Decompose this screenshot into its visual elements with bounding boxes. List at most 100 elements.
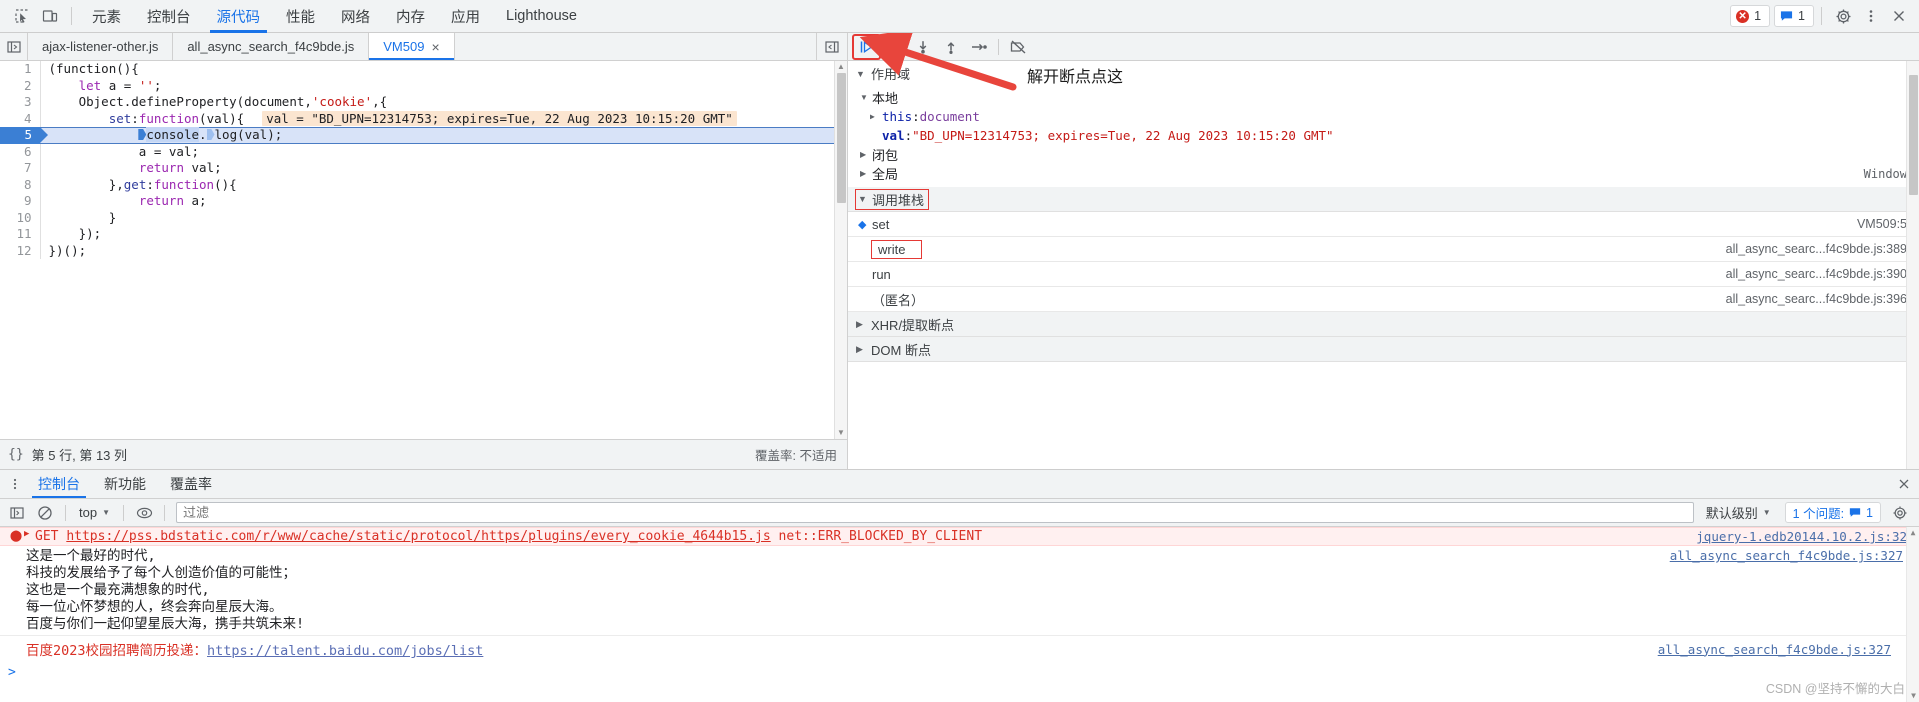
scope-closure-header[interactable]: ▶ 闭包: [848, 145, 1919, 164]
line-number[interactable]: 10: [0, 209, 41, 226]
line-content[interactable]: console. log(val);: [40, 127, 834, 144]
line-content[interactable]: })();: [40, 243, 834, 260]
tab-sources[interactable]: 源代码: [204, 0, 274, 33]
execution-context-selector[interactable]: top ▼: [73, 502, 116, 524]
close-icon[interactable]: [1885, 3, 1913, 29]
line-number[interactable]: 8: [0, 176, 41, 193]
kebab-menu-icon[interactable]: [1857, 3, 1885, 29]
resume-script-execution-button[interactable]: [852, 33, 881, 60]
line-number[interactable]: 5: [0, 127, 48, 144]
frame-location[interactable]: VM509:5: [1857, 217, 1907, 231]
line-content[interactable]: },get:function(){: [40, 177, 834, 194]
scrollbar-track[interactable]: [835, 73, 847, 427]
error-source-link[interactable]: jquery-1.edb20144.10.2.js:32: [1696, 529, 1907, 544]
line-number[interactable]: 6: [0, 143, 41, 160]
console-output[interactable]: ⬤ ▶ GET https://pss.bdstatic.com/r/www/c…: [0, 527, 1919, 702]
poem-source-link[interactable]: all_async_search_f4c9bde.js:327: [1670, 548, 1903, 563]
drawer-tab-console[interactable]: 控制台: [26, 470, 92, 498]
code-scroll-area[interactable]: 1 (function(){ 2 let a = ''; 3 Object.de…: [0, 61, 834, 439]
tab-performance[interactable]: 性能: [273, 0, 328, 33]
scope-local-header[interactable]: ▼ 本地: [848, 88, 1919, 107]
pretty-print-icon[interactable]: {}: [8, 447, 24, 462]
line-content[interactable]: });: [40, 226, 834, 243]
code-line[interactable]: 4 set:function(val){val = "BD_UPN=123147…: [0, 110, 834, 128]
tab-network[interactable]: 网络: [328, 0, 383, 33]
code-line[interactable]: 8 },get:function(){: [0, 176, 834, 194]
line-content[interactable]: a = val;: [40, 144, 834, 161]
tab-console[interactable]: 控制台: [134, 0, 204, 33]
line-number[interactable]: 9: [0, 193, 41, 210]
console-log-poem-row[interactable]: 这是一个最好的时代, 科技的发展给予了每个人创造价值的可能性； 这也是一个最充满…: [0, 546, 1919, 635]
step-over-button[interactable]: [881, 35, 908, 59]
code-line[interactable]: 7 return val;: [0, 160, 834, 177]
show-debugger-sidebar-icon[interactable]: [817, 33, 847, 60]
scroll-up-icon[interactable]: ▲: [1907, 527, 1919, 538]
xhr-breakpoints-section-header[interactable]: ▶ XHR/提取断点: [848, 312, 1919, 337]
code-line[interactable]: 10 }: [0, 209, 834, 227]
issues-badge[interactable]: 1 个问题: 1: [1784, 502, 1881, 523]
file-tab-all-async-search[interactable]: all_async_search_f4c9bde.js: [173, 33, 370, 60]
deactivate-breakpoints-button[interactable]: [1005, 35, 1032, 59]
step-button[interactable]: [965, 35, 992, 59]
code-editor[interactable]: 1 (function(){ 2 let a = ''; 3 Object.de…: [0, 61, 847, 439]
code-line[interactable]: 9 return a;: [0, 193, 834, 210]
console-vertical-scrollbar[interactable]: ▲ ▼: [1906, 527, 1919, 702]
tab-lighthouse[interactable]: Lighthouse: [493, 0, 590, 33]
line-content[interactable]: (function(){: [40, 61, 834, 78]
code-line[interactable]: 6 a = val;: [0, 143, 834, 161]
step-out-button[interactable]: [937, 35, 964, 59]
line-number[interactable]: 4: [0, 110, 41, 127]
code-line[interactable]: 3 Object.defineProperty(document,'cookie…: [0, 94, 834, 111]
gear-icon[interactable]: [1829, 3, 1857, 29]
console-error-message[interactable]: ⬤ ▶ GET https://pss.bdstatic.com/r/www/c…: [0, 527, 1919, 546]
drawer-tab-coverage[interactable]: 覆盖率: [158, 470, 224, 498]
scope-variable-this[interactable]: ▶ this : document: [848, 107, 1919, 126]
recruit-source-link[interactable]: all_async_search_f4c9bde.js:327: [1658, 642, 1891, 657]
tab-memory[interactable]: 内存: [383, 0, 438, 33]
code-line[interactable]: 1 (function(){: [0, 61, 834, 78]
call-stack-frame-set[interactable]: ◆ set VM509:5: [848, 212, 1919, 237]
scroll-up-icon[interactable]: ▲: [837, 61, 845, 73]
code-line-current[interactable]: 5 console. log(val);: [0, 127, 834, 144]
call-stack-frame-run[interactable]: run all_async_searc...f4c9bde.js:390: [848, 262, 1919, 287]
scope-variable-value[interactable]: document: [920, 109, 980, 124]
call-stack-section-header[interactable]: ▼ 调用堆栈: [848, 187, 1919, 212]
console-recruit-message[interactable]: 百度2023校园招聘简历投递：https://talent.baidu.com/…: [0, 635, 1919, 662]
line-number[interactable]: 2: [0, 77, 41, 94]
inspect-element-icon[interactable]: [8, 3, 36, 29]
scope-global-header[interactable]: ▶ 全局 Window: [848, 164, 1919, 183]
error-url[interactable]: https://pss.bdstatic.com/r/www/cache/sta…: [66, 529, 770, 544]
line-content[interactable]: let a = '';: [40, 78, 834, 95]
close-icon[interactable]: [1889, 470, 1919, 498]
code-line[interactable]: 11 });: [0, 226, 834, 243]
line-number[interactable]: 7: [0, 160, 41, 177]
chevron-right-icon[interactable]: ▶: [870, 112, 882, 121]
step-into-button[interactable]: [909, 35, 936, 59]
drawer-tab-whats-new[interactable]: 新功能: [92, 470, 158, 498]
show-navigator-icon[interactable]: [0, 33, 28, 60]
console-settings-gear-icon[interactable]: [1887, 501, 1913, 524]
line-content[interactable]: }: [40, 210, 834, 227]
chevron-right-icon[interactable]: ▶: [24, 529, 35, 539]
code-line[interactable]: 12 })();: [0, 242, 834, 260]
line-content[interactable]: set:function(val){val = "BD_UPN=12314753…: [40, 110, 834, 128]
line-content[interactable]: return val;: [40, 160, 834, 177]
frame-location[interactable]: all_async_searc...f4c9bde.js:389: [1726, 242, 1907, 256]
dom-breakpoints-section-header[interactable]: ▶ DOM 断点: [848, 337, 1919, 362]
frame-location[interactable]: all_async_searc...f4c9bde.js:390: [1726, 267, 1907, 281]
debugger-vertical-scrollbar[interactable]: [1906, 61, 1919, 469]
line-content[interactable]: return a;: [40, 193, 834, 210]
show-console-sidebar-icon[interactable]: [4, 501, 30, 524]
line-number[interactable]: 11: [0, 226, 41, 243]
file-tab-ajax-listener-other[interactable]: ajax-listener-other.js: [28, 33, 174, 60]
tab-application[interactable]: 应用: [438, 0, 493, 33]
tab-elements[interactable]: 元素: [79, 0, 134, 33]
clear-console-icon[interactable]: [32, 501, 58, 524]
message-count-badge[interactable]: 1: [1774, 5, 1814, 27]
editor-vertical-scrollbar[interactable]: ▲ ▼: [834, 61, 847, 439]
call-stack-frame-write[interactable]: write all_async_searc...f4c9bde.js:389: [848, 237, 1919, 262]
device-toolbar-icon[interactable]: [36, 3, 64, 29]
error-count-badge[interactable]: ✕ 1: [1730, 5, 1771, 27]
kebab-menu-icon[interactable]: [4, 470, 26, 498]
scroll-down-icon[interactable]: ▼: [1907, 690, 1919, 701]
